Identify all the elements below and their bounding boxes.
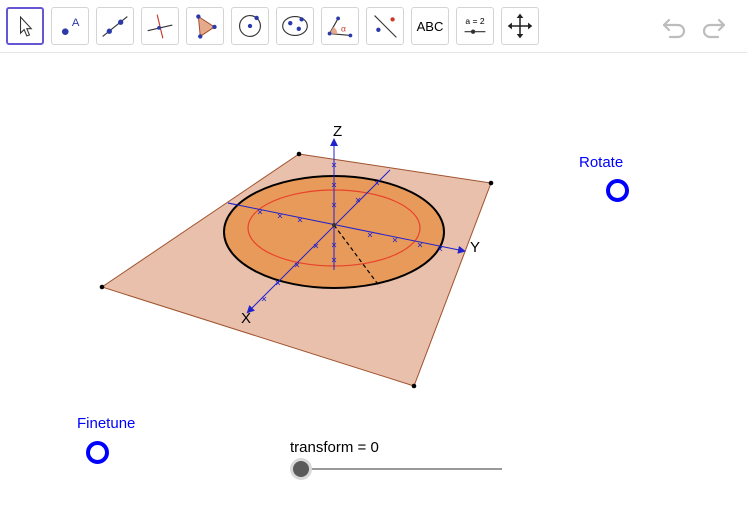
x-axis-label: X bbox=[241, 310, 252, 327]
finetune-label: Finetune bbox=[77, 415, 136, 432]
plane-vertex[interactable] bbox=[488, 180, 494, 186]
plane-vertex[interactable] bbox=[411, 383, 417, 389]
transform-slider-track[interactable] bbox=[301, 468, 502, 470]
rotate-label: Rotate bbox=[579, 154, 624, 171]
plane-vertex[interactable] bbox=[296, 151, 302, 157]
rotate-checkbox[interactable] bbox=[606, 179, 629, 202]
z-axis-label: Z bbox=[333, 123, 343, 140]
origin-point[interactable] bbox=[332, 223, 336, 227]
transform-slider-handle[interactable] bbox=[293, 461, 309, 477]
transform-slider-label: transform = 0 bbox=[290, 439, 379, 456]
plane-vertex[interactable] bbox=[99, 284, 105, 290]
finetune-checkbox[interactable] bbox=[86, 441, 109, 464]
y-axis-label: Y bbox=[470, 239, 481, 256]
